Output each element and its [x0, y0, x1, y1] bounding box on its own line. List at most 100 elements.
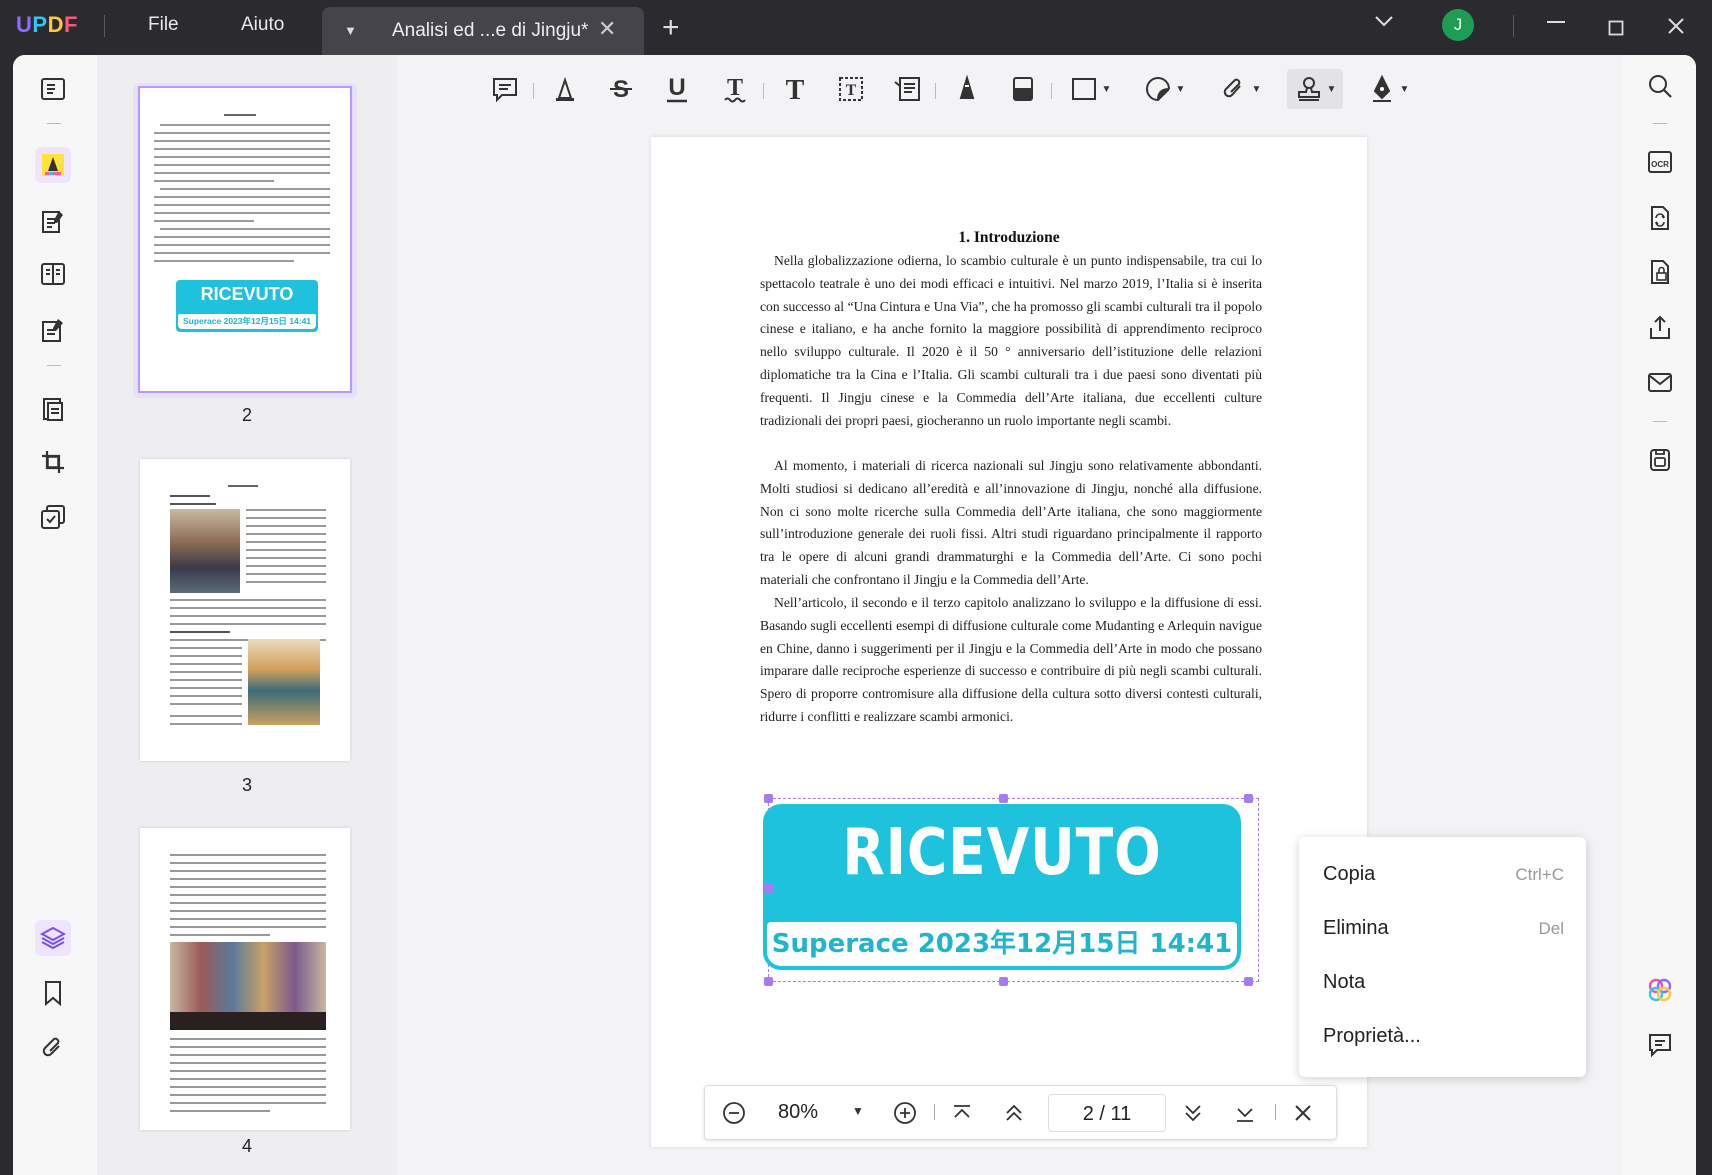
- zoom-value[interactable]: 80%: [778, 1101, 818, 1124]
- new-tab-icon[interactable]: +: [662, 11, 680, 45]
- toolbar-separator: [935, 83, 936, 99]
- zoom-dropdown-icon[interactable]: ▼: [852, 1104, 864, 1118]
- shape-icon[interactable]: ▼: [1065, 69, 1115, 109]
- protect-icon[interactable]: [1645, 257, 1675, 287]
- page-indicator[interactable]: 2 / 11: [1048, 1094, 1166, 1132]
- menu-help[interactable]: Aiuto: [241, 14, 284, 36]
- layers-icon[interactable]: [35, 920, 71, 956]
- menu-note[interactable]: Nota: [1299, 957, 1586, 1009]
- updf-logo: UPDF: [16, 12, 78, 37]
- tab-close-icon[interactable]: ✕: [598, 16, 616, 42]
- zoom-separator: [934, 1104, 935, 1120]
- toolbar-separator: [533, 83, 534, 99]
- save-icon[interactable]: [1645, 445, 1675, 475]
- resize-handle[interactable]: [764, 977, 773, 986]
- paragraph-1: Nella globalizzazione odierna, lo scambi…: [760, 253, 1262, 428]
- toolbar-separator: [1051, 83, 1052, 99]
- menu-delete[interactable]: Elimina Del: [1299, 903, 1586, 955]
- stamp-subtitle: Superace 2023年12月15日 14:41: [767, 922, 1237, 966]
- resize-handle[interactable]: [1244, 794, 1253, 803]
- text-callout-icon[interactable]: [889, 69, 925, 109]
- first-page-icon[interactable]: [949, 1100, 975, 1131]
- convert-icon[interactable]: [35, 391, 71, 427]
- bookmark-icon[interactable]: [35, 975, 71, 1011]
- context-menu: Copia Ctrl+C Elimina Del Nota Proprietà...: [1299, 837, 1586, 1077]
- received-stamp[interactable]: RICEVUTO Superace 2023年12月15日 14:41: [763, 804, 1241, 970]
- close-window-icon[interactable]: [1667, 15, 1685, 41]
- sticky-note-icon[interactable]: [487, 69, 523, 109]
- resize-handle[interactable]: [1244, 977, 1253, 986]
- resize-handle[interactable]: [999, 977, 1008, 986]
- signature-icon[interactable]: ▼: [1363, 69, 1413, 109]
- document-canvas: S U T T T ▼ ▼ ▼ ▼ ▼ 1. Introduzione Nell…: [397, 55, 1623, 1175]
- next-page-icon[interactable]: [1180, 1100, 1206, 1131]
- thumbnail-panel: RICEVUTO Superace 2023年12月15日 14:41 2 3 …: [97, 55, 397, 1175]
- maximize-icon[interactable]: [1608, 16, 1624, 42]
- minimize-icon[interactable]: [1545, 10, 1567, 36]
- thumbnail-page-3[interactable]: [140, 459, 350, 761]
- thumbnail-page-4[interactable]: [140, 828, 350, 1130]
- crop-icon[interactable]: [35, 444, 71, 480]
- menu-properties[interactable]: Proprietà...: [1299, 1011, 1586, 1063]
- opera-characters-caption: [170, 1012, 326, 1030]
- document-tab[interactable]: ▼ Analisi ed ...e di Jingju* ✕: [322, 7, 644, 55]
- toolbar-separator: [763, 83, 764, 99]
- thumbnail-number: 2: [241, 405, 252, 425]
- previous-page-icon[interactable]: [1001, 1100, 1027, 1131]
- comment-tool-icon[interactable]: [35, 147, 71, 183]
- rail-separator: [1653, 123, 1667, 124]
- highlight-icon[interactable]: [547, 69, 583, 109]
- eraser-icon[interactable]: [1005, 69, 1041, 109]
- svg-text:OCR: OCR: [1651, 160, 1669, 169]
- reader-icon[interactable]: [35, 71, 71, 107]
- annotation-toolbar: S U T T T ▼ ▼ ▼ ▼ ▼: [397, 69, 1623, 119]
- rail-separator: [47, 365, 61, 366]
- resize-handle[interactable]: [764, 884, 773, 893]
- text-icon[interactable]: T: [777, 69, 813, 109]
- underline-icon[interactable]: U: [659, 69, 695, 109]
- stamp-icon[interactable]: ▼: [1287, 69, 1343, 109]
- email-icon[interactable]: [1645, 367, 1675, 397]
- ocr-icon[interactable]: OCR: [1645, 147, 1675, 177]
- ai-assistant-icon[interactable]: [1645, 975, 1675, 1005]
- left-toolbar: [13, 55, 97, 1175]
- resize-handle[interactable]: [764, 794, 773, 803]
- attach-file-icon[interactable]: ▼: [1215, 69, 1265, 109]
- rail-separator: [1653, 421, 1667, 422]
- svg-text:T: T: [786, 75, 805, 104]
- pdf-page: 1. Introduzione Nella globalizzazione od…: [651, 137, 1367, 1147]
- thumbnail-number: 3: [241, 775, 252, 795]
- edit-pdf-icon[interactable]: [35, 203, 71, 239]
- page-organize-icon[interactable]: [35, 256, 71, 292]
- form-icon[interactable]: [35, 312, 71, 348]
- menu-file[interactable]: File: [148, 14, 179, 36]
- thumbnail-stamp-sub: Superace 2023年12月15日 14:41: [178, 314, 316, 329]
- share-icon[interactable]: [1645, 313, 1675, 343]
- attachment-icon[interactable]: [35, 1030, 71, 1066]
- zoom-out-icon[interactable]: [721, 1100, 747, 1131]
- opera-costume-photo: [248, 639, 320, 725]
- squiggly-icon[interactable]: T: [717, 69, 753, 109]
- tab-dropdown-icon[interactable]: ▼: [344, 23, 357, 38]
- sticker-icon[interactable]: ▼: [1139, 69, 1189, 109]
- chevron-down-icon[interactable]: [1374, 12, 1394, 33]
- close-navigation-icon[interactable]: [1290, 1100, 1316, 1131]
- search-icon[interactable]: [1645, 71, 1675, 101]
- strikethrough-icon[interactable]: S: [603, 69, 639, 109]
- stamp-title: RICEVUTO: [842, 816, 1162, 890]
- zoom-navigation-bar: 80% ▼ 2 / 11: [704, 1085, 1337, 1140]
- zoom-in-icon[interactable]: [892, 1100, 918, 1131]
- thumbnail-page-2[interactable]: RICEVUTO Superace 2023年12月15日 14:41: [138, 86, 352, 393]
- user-avatar[interactable]: J: [1442, 9, 1474, 41]
- convert-pdf-icon[interactable]: [1645, 203, 1675, 233]
- pencil-icon[interactable]: [949, 69, 985, 109]
- comments-panel-icon[interactable]: [1645, 1029, 1675, 1059]
- batch-icon[interactable]: [35, 499, 71, 535]
- resize-handle[interactable]: [999, 794, 1008, 803]
- main-frame: RICEVUTO Superace 2023年12月15日 14:41 2 3 …: [13, 55, 1696, 1175]
- menu-copy[interactable]: Copia Ctrl+C: [1299, 849, 1586, 901]
- text-box-icon[interactable]: T: [833, 69, 869, 109]
- thumbnail-stamp-title: RICEVUTO: [200, 284, 294, 304]
- last-page-icon[interactable]: [1232, 1100, 1258, 1131]
- paragraph-2: Al momento, i materiali di ricerca nazio…: [760, 458, 1262, 587]
